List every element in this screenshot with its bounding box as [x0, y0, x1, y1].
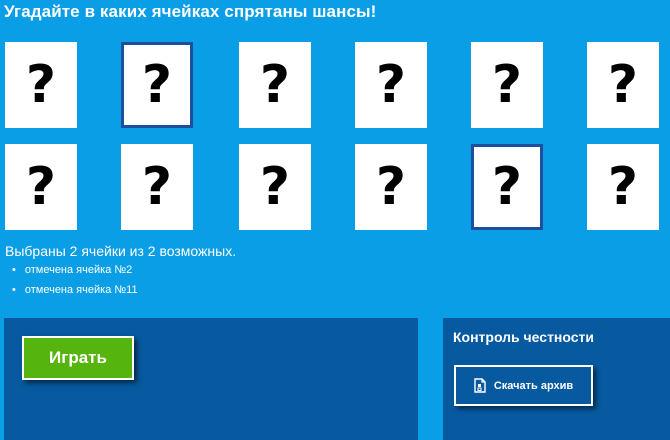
download-archive-button[interactable]: Скачать архив: [454, 365, 593, 406]
play-button[interactable]: Играть: [22, 336, 134, 380]
cell-3[interactable]: ?: [239, 42, 311, 128]
cell-7[interactable]: ?: [5, 144, 77, 230]
question-mark: ?: [491, 55, 523, 115]
question-mark: ?: [375, 55, 407, 115]
cell-1[interactable]: ?: [5, 42, 77, 128]
selection-status: Выбраны 2 ячейки из 2 возможных.: [5, 243, 237, 259]
question-mark: ?: [141, 157, 173, 217]
cell-11[interactable]: ?: [471, 144, 543, 230]
archive-file-icon: [474, 378, 486, 393]
question-mark: ?: [141, 55, 173, 115]
honesty-title: Контроль честности: [453, 329, 594, 345]
cell-4[interactable]: ?: [355, 42, 427, 128]
cell-9[interactable]: ?: [239, 144, 311, 230]
question-mark: ?: [491, 157, 523, 217]
marked-cell-item: отмечена ячейка №11: [12, 284, 138, 304]
question-mark: ?: [25, 55, 57, 115]
question-mark: ?: [25, 157, 57, 217]
question-mark: ?: [607, 157, 639, 217]
question-mark: ?: [259, 157, 291, 217]
marked-cell-item: отмечена ячейка №2: [12, 264, 138, 284]
cell-10[interactable]: ?: [355, 144, 427, 230]
cell-2[interactable]: ?: [121, 42, 193, 128]
download-archive-label: Скачать архив: [493, 379, 574, 392]
cell-6[interactable]: ?: [587, 42, 659, 128]
marked-cells-list: отмечена ячейка №2 отмечена ячейка №11: [12, 264, 138, 304]
question-mark: ?: [375, 157, 407, 217]
question-mark: ?: [607, 55, 639, 115]
page-title: Угадайте в каких ячейках спрятаны шансы!: [4, 2, 377, 21]
cell-5[interactable]: ?: [471, 42, 543, 128]
cell-12[interactable]: ?: [587, 144, 659, 230]
cell-8[interactable]: ?: [121, 144, 193, 230]
question-mark: ?: [259, 55, 291, 115]
